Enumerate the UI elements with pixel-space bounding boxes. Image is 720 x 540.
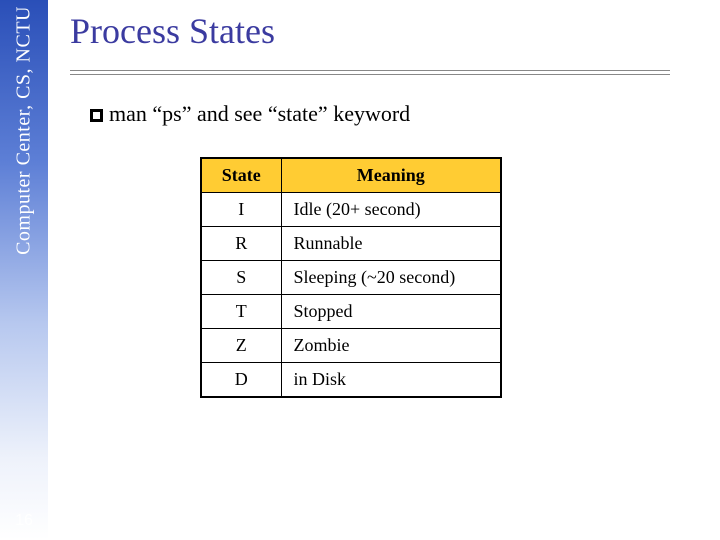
table-row: S Sleeping (~20 second) bbox=[201, 261, 501, 295]
page-number: 16 bbox=[0, 512, 48, 530]
page-title: Process States bbox=[70, 10, 700, 52]
cell-state: I bbox=[201, 193, 281, 227]
table-header-row: State Meaning bbox=[201, 158, 501, 193]
cell-state: R bbox=[201, 227, 281, 261]
cell-state: Z bbox=[201, 329, 281, 363]
bullet-line: man “ps” and see “state” keyword bbox=[90, 101, 700, 127]
slide: Computer Center, CS, NCTU 16 Process Sta… bbox=[0, 0, 720, 540]
table-row: D in Disk bbox=[201, 363, 501, 398]
header-state: State bbox=[201, 158, 281, 193]
title-divider bbox=[70, 70, 670, 75]
cell-state: S bbox=[201, 261, 281, 295]
cell-meaning: Zombie bbox=[281, 329, 501, 363]
cell-meaning: Idle (20+ second) bbox=[281, 193, 501, 227]
content-area: Process States man “ps” and see “state” … bbox=[70, 10, 700, 398]
cell-meaning: in Disk bbox=[281, 363, 501, 398]
bullet-text-suffix: keyword bbox=[328, 101, 410, 126]
sidebar: Computer Center, CS, NCTU 16 bbox=[0, 0, 48, 540]
cell-meaning: Stopped bbox=[281, 295, 501, 329]
cell-meaning: Runnable bbox=[281, 227, 501, 261]
cell-state: T bbox=[201, 295, 281, 329]
states-table: State Meaning I Idle (20+ second) R Runn… bbox=[200, 157, 502, 398]
cell-state: D bbox=[201, 363, 281, 398]
table-row: Z Zombie bbox=[201, 329, 501, 363]
table-row: I Idle (20+ second) bbox=[201, 193, 501, 227]
square-bullet-icon bbox=[90, 109, 103, 122]
bullet-text-prefix: man “ps” and see bbox=[109, 101, 268, 126]
table-row: R Runnable bbox=[201, 227, 501, 261]
cell-meaning: Sleeping (~20 second) bbox=[281, 261, 501, 295]
header-meaning: Meaning bbox=[281, 158, 501, 193]
sidebar-org-text: Computer Center, CS, NCTU bbox=[13, 6, 36, 255]
table-row: T Stopped bbox=[201, 295, 501, 329]
bullet-text-quoted: “state” bbox=[268, 101, 328, 126]
sidebar-org: Computer Center, CS, NCTU bbox=[13, 6, 36, 255]
